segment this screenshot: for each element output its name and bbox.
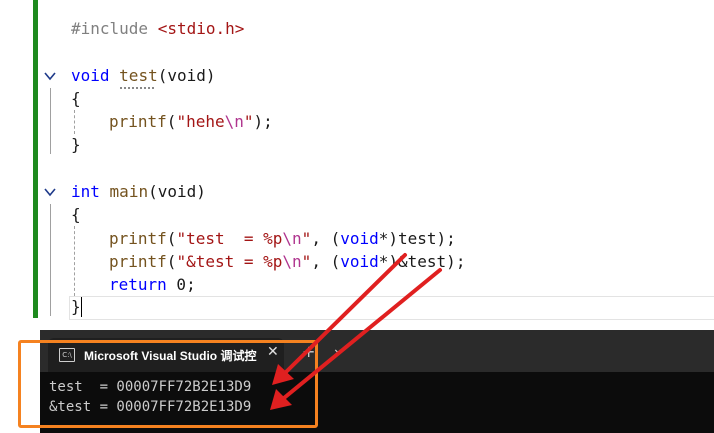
preprocessor-directive: #include [71,19,149,38]
keyword-void: void [71,66,110,85]
code-line-printf-test[interactable]: printf("test = %p\n", (void*)test); [109,227,456,251]
function-name-main: main [109,182,149,201]
keyword-void: void [340,252,379,271]
string-literal-end: " [301,229,312,248]
change-indicator-bar [33,0,38,318]
indent-guide [74,110,75,134]
scope-guide [50,204,51,316]
scope-guide [50,88,51,154]
comma: , ( [311,252,341,271]
keyword-int: int [71,182,100,201]
string-literal-end: " [301,252,312,271]
fold-chevron-icon[interactable] [44,186,56,198]
code-line-close-brace[interactable]: } [71,295,81,319]
string-literal: "hehe [176,112,225,131]
keyword-void: void [340,229,379,248]
text-caret [81,297,82,317]
annotation-highlight-box [18,340,318,428]
escape-sequence: \n [282,229,302,248]
code-line-include[interactable]: #include <stdio.h> [71,17,244,41]
code-line-return[interactable]: return 0; [109,273,196,297]
statement-end: ); [253,112,273,131]
code-line-close-brace[interactable]: } [71,133,81,157]
escape-sequence: \n [224,112,244,131]
code-line-printf-hehe[interactable]: printf("hehe\n"); [109,110,273,134]
function-call-printf: printf [109,252,167,271]
string-literal: "test = %p [176,229,283,248]
code-editor[interactable]: #include <stdio.h> void test(void) { pri… [0,0,714,325]
return-value: 0; [166,275,196,294]
comma: , ( [311,229,341,248]
code-line-open-brace[interactable]: { [71,203,81,227]
include-header: <stdio.h> [157,19,245,38]
string-literal: "&test = %p [176,252,283,271]
code-line-printf-addr-test[interactable]: printf("&test = %p\n", (void*)&test); [109,250,465,274]
function-name-test: test [119,66,158,85]
function-call-printf: printf [109,112,167,131]
cast-expression: *)test); [378,229,456,248]
indent-guide [74,226,75,296]
intellisense-squiggle [120,84,154,89]
cast-expression: *)&test); [378,252,466,271]
code-line-main-decl[interactable]: int main(void) [71,180,206,204]
escape-sequence: \n [282,252,302,271]
params: (void) [157,66,216,85]
paren: ( [166,229,177,248]
params: (void) [148,182,206,201]
fold-chevron-icon[interactable] [44,70,56,82]
paren: ( [166,252,177,271]
string-literal-end: " [243,112,254,131]
code-line-open-brace[interactable]: { [71,87,81,111]
keyword-return: return [109,275,167,294]
paren: ( [166,112,177,131]
current-line-highlight [69,296,714,320]
function-call-printf: printf [109,229,167,248]
dropdown-icon[interactable]: ⌄ [332,341,344,357]
